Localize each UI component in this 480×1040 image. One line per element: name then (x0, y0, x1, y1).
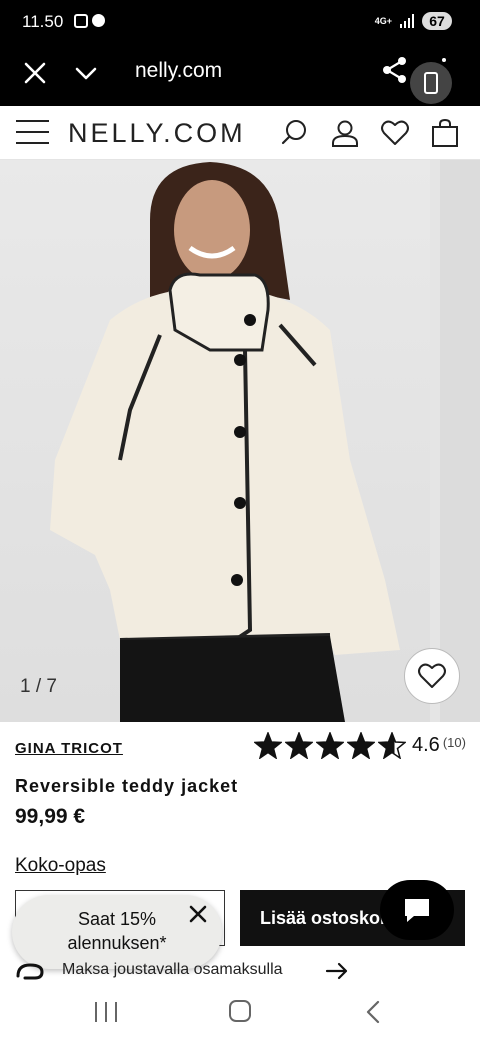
system-nav-bar (0, 988, 480, 1040)
cart-icon[interactable] (430, 118, 460, 148)
product-photo (50, 162, 400, 722)
browser-toolbar: nelly.com (0, 44, 480, 106)
share-icon[interactable] (382, 56, 408, 84)
url-text[interactable]: nelly.com (135, 59, 222, 83)
klarna-text: Maksa joustavalla osamaksulla (62, 961, 283, 978)
product-price: 99,99 € (15, 805, 86, 828)
star-icon (316, 732, 344, 759)
account-icon[interactable] (330, 118, 360, 148)
battery-icon: 67 (422, 12, 452, 30)
product-title: Reversible teddy jacket (15, 776, 239, 796)
brand-link[interactable]: GINA TRICOT (15, 740, 123, 757)
chat-icon (405, 899, 429, 922)
search-icon[interactable] (280, 118, 310, 148)
network-type: 4G+ (374, 15, 392, 26)
wishlist-icon[interactable] (380, 118, 410, 148)
chat-button[interactable] (380, 880, 454, 940)
site-header: NELLY.COM (0, 106, 480, 160)
status-bar: 11.50 4G+ 67 (0, 0, 480, 44)
discount-line-2: alennuksen* (67, 933, 167, 953)
discount-toast-text: Saat 15% alennuksen* (42, 907, 192, 955)
recent-apps-icon[interactable] (95, 1002, 117, 1022)
screenshot-icon (74, 14, 88, 28)
star-icon (285, 732, 313, 759)
klarna-installments-link[interactable]: Maksa joustavalla osamaksulla (15, 958, 355, 984)
back-icon[interactable] (365, 1000, 381, 1024)
star-icon (347, 732, 375, 759)
product-rating[interactable]: 4.6 (10) (254, 732, 466, 759)
next-product-image[interactable] (440, 160, 480, 722)
image-counter: 1 / 7 (20, 676, 57, 697)
review-count: (10) (442, 735, 466, 750)
size-guide-link[interactable]: Koko-opas (15, 855, 106, 877)
star-icon (254, 732, 282, 759)
rating-value: 4.6 (412, 734, 440, 756)
heart-icon (418, 663, 446, 688)
arrow-right-icon (325, 962, 348, 980)
discount-line-1: Saat 15% (77, 909, 157, 929)
home-icon[interactable] (229, 1000, 251, 1022)
add-to-wishlist-button[interactable] (404, 648, 460, 704)
signal-icon (400, 14, 414, 28)
close-icon[interactable] (22, 60, 48, 86)
tab-switcher-icon[interactable] (410, 62, 452, 104)
star-icon (378, 732, 406, 759)
menu-icon[interactable] (442, 58, 446, 62)
brightness-icon (92, 14, 105, 27)
product-gallery[interactable]: 1 / 7 (0, 160, 480, 722)
klarna-icon (16, 963, 44, 980)
close-icon[interactable] (187, 903, 209, 925)
chevron-down-icon[interactable] (74, 62, 98, 86)
site-logo[interactable]: NELLY.COM (68, 118, 246, 149)
hamburger-menu-icon[interactable] (16, 120, 49, 146)
rating-stars (254, 732, 406, 759)
product-image[interactable] (0, 160, 430, 722)
status-time: 11.50 (22, 12, 64, 31)
